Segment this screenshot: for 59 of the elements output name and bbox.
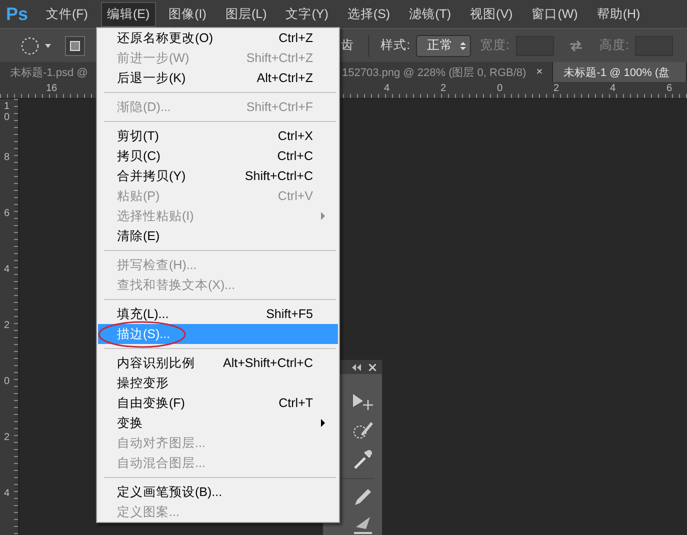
ruler-label: 4 [384,83,390,94]
menu-item[interactable]: 图层(L) [219,2,273,26]
option-label: 齿 [341,37,354,54]
style-dropdown[interactable]: 正常 [416,34,472,56]
stamp-icon[interactable] [352,515,374,535]
move-icon[interactable] [352,392,374,412]
menu-item[interactable]: 窗口(W) [526,2,584,26]
menu-item[interactable]: 剪切(T) Ctrl+X [98,126,338,146]
menu-item[interactable]: 视图(V) [464,2,519,26]
eyedropper-icon[interactable] [352,448,374,470]
ruler-label: 0 [497,83,503,94]
quick-selection-icon[interactable] [352,420,374,440]
ruler-label: 8 [4,152,10,163]
menu-item[interactable]: 还原名称更改(O) Ctrl+Z [98,28,338,48]
ruler-label: 4 [610,83,616,94]
ruler-label: 2 [554,83,560,94]
ruler-label: 16 [46,83,58,94]
menu-item[interactable]: 编辑(E) [100,2,156,26]
menu-item[interactable]: 自由变换(F) Ctrl+T [98,393,338,413]
menu-item[interactable]: 拷贝(C) Ctrl+C [98,146,338,166]
new-selection-button[interactable] [65,36,85,56]
menu-item[interactable]: 帮助(H) [590,2,646,26]
ruler-label: 2 [4,432,10,443]
square-icon [70,40,80,50]
caret-icon[interactable] [45,44,51,48]
menu-item[interactable]: 填充(L)... Shift+F5 [98,304,338,324]
collapse-icon[interactable] [352,364,361,370]
updown-arrows-icon [460,40,466,50]
menu-item[interactable]: 操控变形 [98,373,338,393]
width-label: 宽度: [480,37,510,54]
ruler-label: 6 [666,83,672,94]
menu-item[interactable]: 文件(F) [40,2,94,26]
menu-item[interactable]: 变换 [98,413,338,433]
menu-item[interactable]: 合并拷贝(Y) Shift+Ctrl+C [98,166,338,186]
menu-item[interactable]: 图像(I) [162,2,212,26]
close-icon[interactable]: × [536,66,543,78]
ruler-label: 0 [4,376,10,387]
ruler-label: 4 [4,488,10,499]
ruler-label: 2 [4,320,10,331]
ruler-label: 4 [4,264,10,275]
ruler-label: 2 [440,83,446,94]
app-logo: Ps [5,4,30,24]
menu-item[interactable]: 清除(E) [98,226,338,246]
ruler-label: 10 [4,101,10,123]
menu-item[interactable]: 滤镜(T) [403,2,458,26]
close-icon[interactable] [369,364,376,370]
menu-item[interactable]: 文字(Y) [280,2,334,26]
ruler-label: 6 [4,208,10,219]
swap-icon[interactable] [568,40,584,52]
menu-item[interactable]: 选择(S) [341,2,396,26]
pencil-icon[interactable] [352,487,374,507]
ellipse-marquee-icon[interactable] [20,36,40,56]
menu-item[interactable]: 后退一步(K) Alt+Ctrl+Z [98,68,338,88]
menu-item[interactable]: 内容识别比例 Alt+Shift+Ctrl+C [98,353,338,373]
style-label: 样式: [380,37,410,54]
document-tab[interactable]: 152703.png @ 228% (图层 0, RGB/8) × [340,62,553,82]
height-label: 高度: [600,37,629,54]
document-tab[interactable]: 未标题-1 @ 100% (盘 [552,62,687,82]
menu-item[interactable]: 定义画笔预设(B)... [98,482,338,502]
